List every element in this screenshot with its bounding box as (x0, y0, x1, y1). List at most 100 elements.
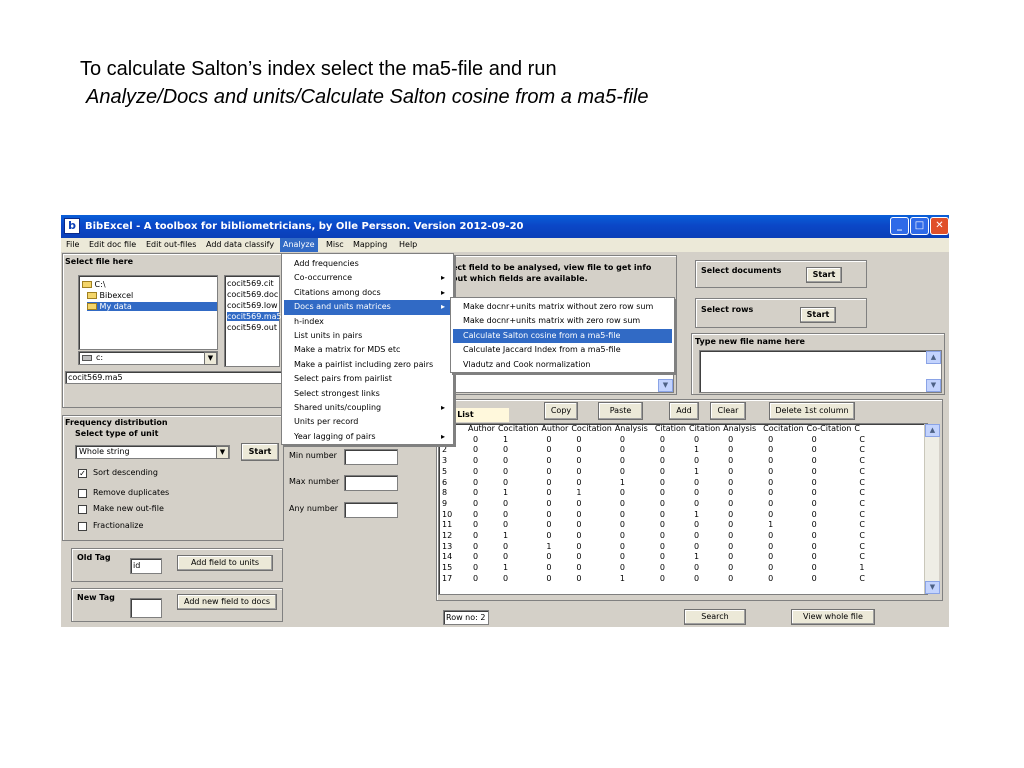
title-bar[interactable]: b BibExcel - A toolbox for bibliometrici… (61, 215, 949, 238)
add-button[interactable]: Add (669, 402, 699, 420)
fractionalize-checkbox[interactable] (78, 522, 87, 531)
menu-analyze[interactable]: Analyze (280, 238, 318, 252)
analyze-menu-item[interactable]: Make a pairlist including zero pairs (284, 358, 451, 372)
table-row[interactable]: 10 0 0 0 0 0 0 1 0 0 0 C (439, 510, 881, 521)
column-header[interactable]: Author (465, 424, 495, 435)
field-list[interactable]: ▼ (452, 371, 674, 393)
menu-misc[interactable]: Misc (326, 238, 344, 252)
remove-duplicates-checkbox[interactable] (78, 489, 87, 498)
submenu-item[interactable]: Vladutz and Cook normalization (453, 358, 672, 372)
analyze-menu-item[interactable]: Docs and units matrices ▸ (284, 300, 451, 315)
submenu-item[interactable]: Calculate Jaccard Index from a ma5-file (453, 343, 672, 357)
submenu-item[interactable]: Calculate Salton cosine from a ma5-file (453, 328, 672, 344)
menu-help[interactable]: Help (399, 238, 417, 252)
scroll-up-icon[interactable]: ▲ (926, 351, 941, 364)
drive-select[interactable]: c: ▼ (78, 351, 218, 365)
analyze-menu-item[interactable]: Units per record (284, 415, 451, 429)
folder-item[interactable]: Bibexcel (87, 291, 133, 300)
selected-file-field[interactable]: cocit569.ma5 (65, 371, 283, 384)
scroll-down-icon[interactable]: ▼ (925, 581, 940, 594)
folder-item[interactable]: C:\ (82, 280, 106, 289)
column-header[interactable]: Cocitation (568, 424, 611, 435)
column-header[interactable]: Cocitation (495, 424, 538, 435)
table-row[interactable]: 6 0 0 0 0 1 0 0 0 0 0 C (439, 478, 881, 489)
analyze-menu-item[interactable]: Shared units/coupling ▸ (284, 401, 451, 415)
select-rows-start-button[interactable]: Start (800, 307, 836, 323)
any-number-input[interactable] (344, 502, 398, 518)
unit-type-select[interactable]: Whole string ▼ (75, 445, 230, 459)
menu-file[interactable]: File (66, 238, 79, 252)
scroll-down-icon[interactable]: ▼ (658, 379, 673, 392)
frequency-start-button[interactable]: Start (241, 443, 279, 461)
analyze-menu-item[interactable]: h-index (284, 315, 451, 329)
file-item-selected[interactable]: cocit569.ma5 (227, 312, 282, 321)
table-row[interactable]: 15 0 1 0 0 0 0 0 0 0 0 1 (439, 563, 881, 574)
grid-scrollbar[interactable]: ▲ ▼ (924, 424, 940, 594)
analyze-menu-item[interactable]: Co-occurrence ▸ (284, 271, 451, 285)
scroll-down-icon[interactable]: ▼ (926, 379, 941, 392)
column-header[interactable]: Analysis (720, 424, 760, 435)
select-documents-start-button[interactable]: Start (806, 267, 842, 283)
new-tag-input[interactable] (130, 598, 162, 618)
folder-item-selected[interactable]: My data (87, 302, 217, 311)
table-row[interactable]: 9 0 0 0 0 0 0 0 0 0 0 C (439, 499, 881, 510)
submenu-item[interactable]: Make docnr+units matrix with zero row su… (453, 314, 672, 328)
delete-first-column-button[interactable]: Delete 1st column (769, 402, 855, 420)
table-row[interactable]: 14 0 0 0 0 0 0 1 0 0 0 C (439, 552, 881, 563)
column-header[interactable]: Citation (652, 424, 686, 435)
old-tag-input[interactable]: id (130, 558, 162, 574)
make-new-outfile-checkbox[interactable] (78, 505, 87, 514)
column-header[interactable]: Citation (686, 424, 720, 435)
file-item[interactable]: cocit569.out (227, 323, 277, 332)
table-row[interactable]: 8 0 1 0 1 0 0 0 0 0 0 C (439, 488, 881, 499)
column-header[interactable]: Analysis (612, 424, 652, 435)
analyze-menu-item[interactable]: Citations among docs ▸ (284, 286, 451, 300)
analyze-menu-item[interactable]: Add frequencies (284, 257, 451, 271)
analyze-menu-item[interactable]: Select pairs from pairlist (284, 372, 451, 386)
menu-edit-doc-file[interactable]: Edit doc file (89, 238, 136, 252)
menu-edit-out-files[interactable]: Edit out-files (146, 238, 196, 252)
table-row[interactable]: 17 0 0 0 0 1 0 0 0 0 0 C (439, 574, 881, 585)
sort-descending-checkbox[interactable]: ✓ (78, 469, 87, 478)
table-row[interactable]: 11 0 0 0 0 0 0 0 0 1 0 C (439, 520, 881, 531)
add-field-to-units-button[interactable]: Add field to units (177, 555, 273, 571)
analyze-menu-item[interactable]: Year lagging of pairs ▸ (284, 430, 451, 444)
scroll-up-icon[interactable]: ▲ (925, 424, 940, 437)
table-row[interactable]: 2 0 0 0 0 0 0 1 0 0 0 C (439, 445, 881, 456)
maximize-button[interactable]: □ (910, 217, 929, 235)
chevron-down-icon[interactable]: ▼ (204, 352, 217, 365)
analyze-menu-item[interactable]: List units in pairs (284, 329, 451, 343)
table-row[interactable]: 3 0 0 0 0 0 0 0 0 0 0 C (439, 456, 881, 467)
clear-button[interactable]: Clear (710, 402, 746, 420)
paste-button[interactable]: Paste (598, 402, 643, 420)
file-item[interactable]: cocit569.doc (227, 290, 278, 299)
minimize-button[interactable]: _ (890, 217, 909, 235)
column-header[interactable]: Author (538, 424, 568, 435)
data-grid[interactable]: cnrAuthorCocitationAuthorCocitationAnaly… (438, 423, 928, 595)
file-item[interactable]: cocit569.cit (227, 279, 274, 288)
max-number-input[interactable] (344, 475, 398, 491)
new-file-name-input[interactable]: ▲ ▼ (699, 350, 942, 393)
min-number-input[interactable] (344, 449, 398, 465)
add-new-field-to-docs-button[interactable]: Add new field to docs (177, 594, 277, 610)
analyze-menu-item[interactable]: Make a matrix for MDS etc (284, 343, 451, 357)
column-header[interactable]: Co-Citation (804, 424, 852, 435)
close-button[interactable]: ✕ (930, 217, 949, 235)
table-row[interactable]: 5 0 0 0 0 0 0 1 0 0 0 C (439, 467, 881, 478)
search-button[interactable]: Search (684, 609, 746, 625)
table-row[interactable]: 0 1 0 0 0 0 0 0 0 0 C (439, 435, 881, 446)
chevron-down-icon[interactable]: ▼ (216, 446, 229, 459)
copy-button[interactable]: Copy (544, 402, 578, 420)
table-row[interactable]: 12 0 1 0 0 0 0 0 0 0 0 C (439, 531, 881, 542)
file-item[interactable]: cocit569.low (227, 301, 278, 310)
folder-tree[interactable]: C:\ Bibexcel My data (78, 275, 218, 350)
submenu-item[interactable]: Make docnr+units matrix without zero row… (453, 300, 672, 314)
analyze-menu-item[interactable]: Select strongest links (284, 387, 451, 401)
menu-mapping[interactable]: Mapping (353, 238, 387, 252)
column-header[interactable]: C (851, 424, 881, 435)
table-row[interactable]: 13 0 0 1 0 0 0 0 0 0 0 C (439, 542, 881, 553)
file-list[interactable]: cocit569.cit cocit569.doc cocit569.low c… (224, 275, 282, 367)
column-header[interactable]: Cocitation (760, 424, 803, 435)
menu-add-data-classify[interactable]: Add data classify (206, 238, 274, 252)
view-whole-file-button[interactable]: View whole file (791, 609, 875, 625)
